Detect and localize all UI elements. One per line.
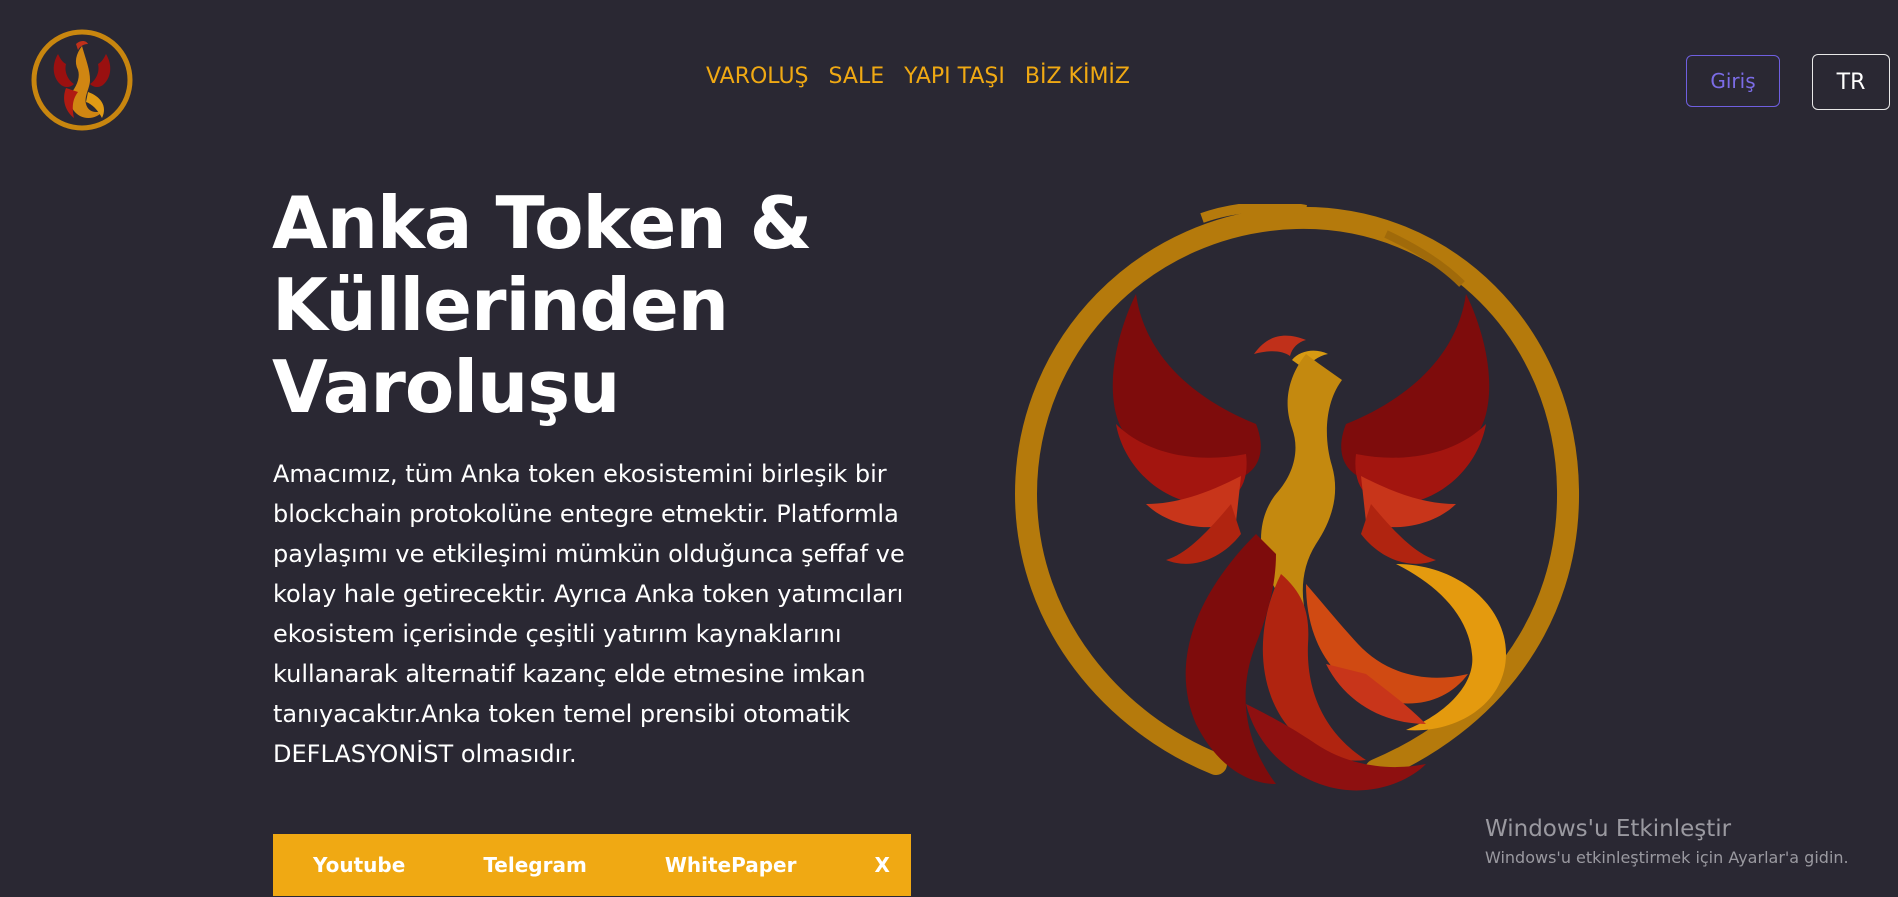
social-link-bar: Youtube Telegram WhitePaper X — [273, 834, 911, 896]
whitepaper-link[interactable]: WhitePaper — [665, 853, 797, 877]
youtube-link[interactable]: Youtube — [313, 853, 405, 877]
hero-title-line: Varoluşu — [272, 345, 620, 429]
phoenix-emblem-icon — [1006, 201, 1580, 800]
x-link[interactable]: X — [874, 853, 889, 877]
watermark-subtitle: Windows'u etkinleştirmek için Ayarlar'a … — [1485, 848, 1849, 867]
nav-item-sale[interactable]: SALE — [829, 64, 885, 89]
windows-activation-watermark: Windows'u Etkinleştir Windows'u etkinleş… — [1485, 814, 1849, 870]
hero-title: Anka Token & Küllerinden Varoluşu — [272, 182, 892, 428]
hero-description: Amacımız, tüm Anka token ekosistemini bi… — [273, 460, 905, 768]
telegram-link[interactable]: Telegram — [483, 853, 587, 877]
phoenix-logo-icon[interactable] — [28, 26, 136, 136]
hero-title-line: Küllerinden — [272, 263, 729, 347]
language-button[interactable]: TR — [1812, 54, 1890, 110]
nav-item-varolus[interactable]: VAROLUŞ — [706, 64, 809, 89]
main-nav: VAROLUŞ SALE YAPI TAŞI BİZ KİMİZ — [706, 64, 1130, 89]
nav-item-biz-kimiz[interactable]: BİZ KİMİZ — [1025, 64, 1130, 89]
nav-item-yapi-tasi[interactable]: YAPI TAŞI — [904, 64, 1005, 89]
page: VAROLUŞ SALE YAPI TAŞI BİZ KİMİZ Giriş T… — [0, 0, 1898, 897]
watermark-title: Windows'u Etkinleştir — [1485, 816, 1732, 842]
hero-title-line: Anka Token & — [272, 181, 812, 265]
login-button[interactable]: Giriş — [1686, 55, 1780, 107]
